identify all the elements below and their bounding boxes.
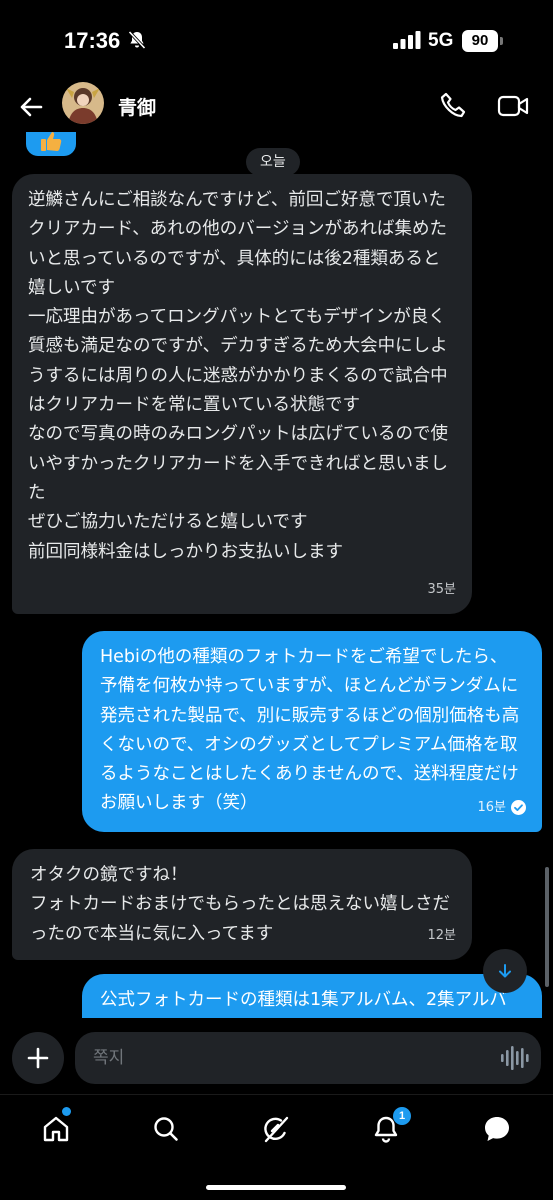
message-text: オタクの鏡ですね！ フォトカードおまけでもらったとは思えない嬉しさだったので本当… bbox=[30, 865, 450, 944]
composer bbox=[0, 1018, 553, 1094]
plus-icon bbox=[27, 1047, 49, 1069]
message-bubble-incoming[interactable]: 逆鱗さんにご相談なんですけど、前回ご好意で頂いたクリアカード、あれの他のバージョ… bbox=[12, 174, 472, 614]
nav-search[interactable] bbox=[144, 1107, 188, 1151]
message-text: 公式フォトカードの種類は1集アルバム、2集アルバ bbox=[100, 990, 507, 1010]
message-thread: 오늘 逆鱗さんにご相談なんですけど、前回ご好意で頂いたクリアカード、あれの他のバ… bbox=[0, 132, 553, 1018]
voice-waveform-icon[interactable] bbox=[499, 1045, 529, 1071]
message-input[interactable] bbox=[93, 1032, 483, 1084]
thumbs-up-reaction[interactable] bbox=[26, 132, 76, 156]
messages-icon bbox=[485, 1117, 509, 1141]
network-type: 5G bbox=[428, 30, 454, 51]
video-call-icon[interactable] bbox=[496, 90, 530, 122]
read-check-icon bbox=[511, 799, 526, 815]
thumbs-up-icon bbox=[41, 132, 62, 151]
search-icon bbox=[154, 1117, 178, 1141]
date-divider: 오늘 bbox=[246, 148, 300, 176]
message-time: 12분 bbox=[427, 927, 456, 943]
contact-name[interactable]: 青御 bbox=[118, 93, 156, 120]
bell-off-icon bbox=[128, 30, 146, 50]
status-bar: 17:36 5G 90 bbox=[0, 0, 553, 80]
home-indicator bbox=[206, 1185, 346, 1190]
status-time: 17:36 bbox=[64, 28, 121, 53]
add-attachment-button[interactable] bbox=[12, 1032, 64, 1084]
nav-home[interactable] bbox=[34, 1107, 78, 1151]
message-time: 35분 bbox=[427, 581, 456, 597]
nav-grok[interactable] bbox=[254, 1107, 298, 1151]
signal-icon bbox=[393, 31, 421, 49]
bottom-navigation: 1 bbox=[0, 1094, 553, 1200]
message-text: 逆鱗さんにご相談なんですけど、前回ご好意で頂いたクリアカード、あれの他のバージョ… bbox=[28, 190, 448, 562]
avatar[interactable] bbox=[62, 82, 104, 124]
battery-level: 90 bbox=[462, 30, 498, 52]
message-bubble-outgoing[interactable]: 公式フォトカードの種類は1集アルバム、2集アルバ bbox=[82, 974, 542, 1018]
home-icon bbox=[43, 1116, 69, 1142]
notifications-badge: 1 bbox=[393, 1107, 411, 1125]
grok-icon bbox=[264, 1116, 289, 1143]
message-meta: 16분 bbox=[477, 793, 526, 822]
message-time: 16분 bbox=[477, 799, 506, 815]
battery-tip bbox=[500, 37, 503, 45]
message-bubble-outgoing[interactable]: Hebiの他の種類のフォトカードをご希望でしたら、予備を何枚か持っていますが、ほ… bbox=[82, 631, 542, 832]
nav-messages[interactable] bbox=[475, 1107, 519, 1151]
message-text: Hebiの他の種類のフォトカードをご希望でしたら、予備を何枚か持っていますが、ほ… bbox=[100, 647, 520, 814]
conversation-header: 青御 bbox=[0, 80, 553, 132]
phone-icon[interactable] bbox=[437, 90, 469, 122]
arrow-down-icon bbox=[499, 964, 511, 978]
message-meta: 35분 bbox=[427, 575, 456, 604]
message-input-container bbox=[75, 1032, 541, 1084]
avatar-image bbox=[62, 82, 104, 124]
message-bubble-incoming[interactable]: オタクの鏡ですね！ フォトカードおまけでもらったとは思えない嬉しさだったので本当… bbox=[12, 849, 472, 960]
message-meta: 12분 bbox=[427, 921, 456, 950]
back-arrow-icon[interactable] bbox=[14, 90, 48, 124]
scrollbar[interactable] bbox=[545, 867, 549, 987]
scroll-to-bottom-button[interactable] bbox=[483, 949, 527, 993]
home-badge-dot bbox=[62, 1107, 71, 1116]
